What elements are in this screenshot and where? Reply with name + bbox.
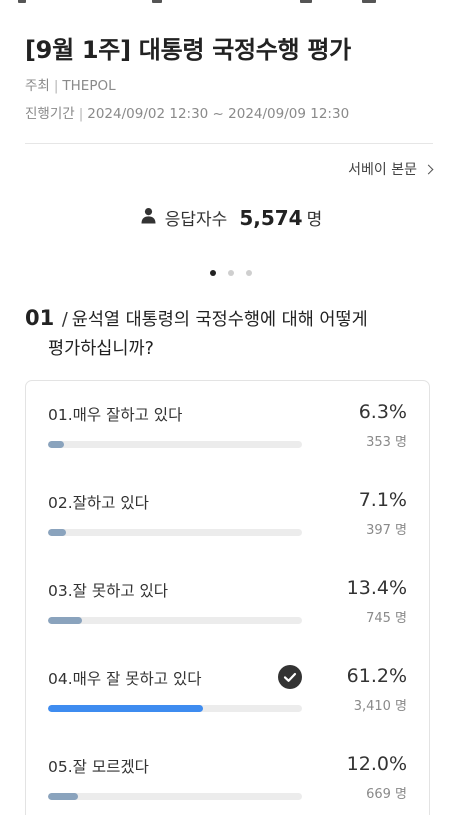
option-label: 03.잘 못하고 있다 [48, 582, 169, 600]
respondent-number: 5,574 [239, 205, 303, 230]
result-bar-track [48, 793, 302, 800]
option-percent: 13.4% [346, 577, 407, 599]
check-circle-icon [278, 665, 302, 689]
result-bar-fill [48, 705, 204, 712]
result-bar-fill [48, 441, 64, 448]
option-percent: 12.0% [346, 753, 407, 775]
page-title: [9월 1주] 대통령 국정수행 평가 [25, 36, 351, 64]
result-bar-fill [48, 617, 83, 624]
option-count: 397 명 [366, 523, 407, 538]
result-bar-track [48, 617, 302, 624]
carousel-dot[interactable] [210, 270, 216, 276]
option-row-selected[interactable]: 04.매우 잘 못하고 있다 61.2% 3,410 명 [26, 645, 429, 733]
option-row[interactable]: 01.매우 잘하고 있다 6.3% 353 명 [26, 381, 429, 469]
option-row[interactable]: 03.잘 못하고 있다 13.4% 745 명 [26, 557, 429, 645]
question-line-2: 평가하십니까? [48, 339, 154, 359]
host-value: THEPOL [62, 78, 116, 94]
option-row[interactable]: 05.잘 모르겠다 12.0% 669 명 [26, 733, 429, 821]
option-count: 669 명 [366, 787, 407, 802]
poll-page: [9월 1주] 대통령 국정수행 평가 주최 | THEPOL 진행기간 | 2024/… [0, 0, 462, 827]
result-bar-track [48, 705, 302, 712]
result-bar-fill [48, 793, 79, 800]
bottom-edge [0, 815, 462, 827]
header-divider [25, 143, 433, 144]
option-label: 04.매우 잘 못하고 있다 [48, 670, 202, 688]
option-label: 01.매우 잘하고 있다 [48, 406, 183, 424]
option-label: 05.잘 모르겠다 [48, 758, 149, 776]
option-count: 3,410 명 [353, 699, 407, 714]
option-percent: 61.2% [346, 665, 407, 687]
carousel-dot[interactable] [246, 270, 252, 276]
host-info: 주최 | THEPOL [25, 74, 116, 94]
period-info: 진행기간 | 2024/09/02 12:30 ~ 2024/09/09 12:30 [25, 102, 349, 122]
question-text: 01 /윤석열 대통령의 국정수행에 대해 어떻게 평가하십니까? [25, 304, 440, 364]
host-label: 주최 [25, 78, 50, 94]
question-line-1: 윤석열 대통령의 국정수행에 대해 어떻게 [71, 310, 368, 330]
carousel-dot[interactable] [228, 270, 234, 276]
survey-link-label: 서베이 본문 [348, 162, 417, 178]
respondent-count: 응답자수 5,574 명 [0, 205, 462, 230]
meta-separator: | [53, 78, 59, 94]
results-card: 01.매우 잘하고 있다 6.3% 353 명 02.잘하고 있다 7.1% 3… [25, 380, 430, 827]
person-icon [140, 207, 157, 228]
result-bar-track [48, 529, 302, 536]
option-percent: 6.3% [358, 401, 407, 423]
period-label: 진행기간 [25, 106, 75, 122]
option-count: 745 명 [366, 611, 407, 626]
question-separator: / [61, 310, 68, 330]
option-percent: 7.1% [358, 489, 407, 511]
respondent-label: 응답자수 [164, 210, 228, 230]
carousel-indicator [0, 270, 462, 276]
option-label: 02.잘하고 있다 [48, 494, 149, 512]
result-bar-fill [48, 529, 67, 536]
question-number: 01 [25, 306, 55, 330]
period-value: 2024/09/02 12:30 ~ 2024/09/09 12:30 [87, 106, 350, 122]
previous-content-edge [0, 0, 462, 5]
chevron-right-icon [423, 164, 434, 175]
option-count: 353 명 [366, 435, 407, 450]
result-bar-track [48, 441, 302, 448]
survey-detail-link[interactable]: 서베이 본문 [348, 159, 434, 179]
meta-separator: | [78, 106, 84, 122]
option-row[interactable]: 02.잘하고 있다 7.1% 397 명 [26, 469, 429, 557]
respondent-unit: 명 [306, 210, 323, 230]
